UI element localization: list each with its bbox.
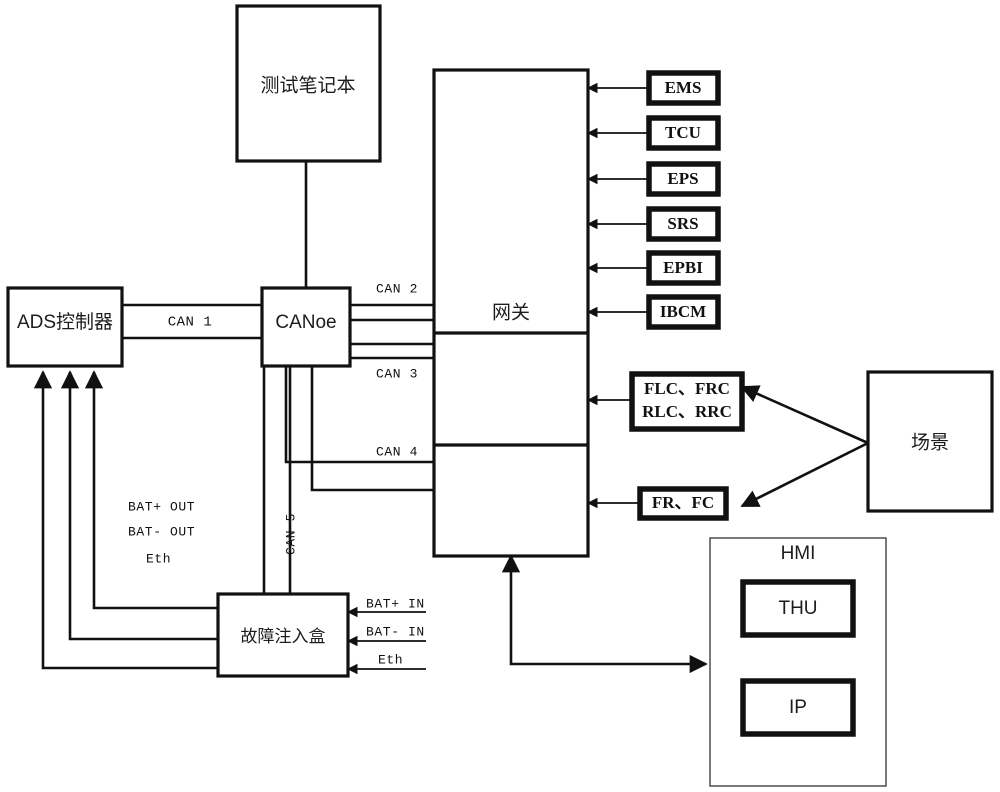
node-hmi-thu[interactable]: THU — [740, 579, 856, 638]
canoe-label: CANoe — [275, 312, 336, 333]
bus-label-can4: CAN 4 — [376, 444, 418, 459]
test-laptop-label: 测试笔记本 — [260, 75, 355, 97]
ecu-label-ibcm: IBCM — [660, 302, 706, 321]
node-hmi-panel[interactable]: HMI THU IP — [709, 537, 887, 787]
power-out-label-eth: Eth — [146, 551, 171, 566]
ads-controller-label: ADS控制器 — [17, 311, 113, 333]
radar-group-label: FR、FC — [652, 493, 714, 512]
ecu-label-tcu: TCU — [665, 123, 701, 142]
hmi-title: HMI — [781, 543, 816, 564]
node-canoe[interactable]: CANoe — [260, 286, 352, 368]
power-in-label-bat-plus: BAT+ IN — [366, 596, 425, 611]
node-fault-injection-box[interactable]: 故障注入盒 — [216, 592, 350, 678]
ecu-label-epbi: EPBI — [663, 258, 703, 277]
connection-scene-to-sensors — [740, 385, 869, 508]
connection-faultbox-to-ads — [33, 370, 218, 670]
ecu-label-eps: EPS — [667, 169, 698, 188]
connection-can4-canoe-gateway — [284, 366, 434, 492]
node-ads-controller[interactable]: ADS控制器 — [6, 286, 124, 368]
node-ecu-ibcm[interactable]: IBCM — [646, 294, 721, 330]
node-ecu-epbi[interactable]: EPBI — [646, 250, 721, 286]
ecu-label-ems: EMS — [665, 78, 702, 97]
bus-label-can2: CAN 2 — [376, 281, 418, 296]
power-out-label-bat-plus: BAT+ OUT — [128, 499, 195, 514]
node-ecu-ems[interactable]: EMS — [646, 70, 721, 106]
node-camera-group[interactable]: FLC、FRC RLC、RRC — [629, 371, 745, 432]
power-in-label-bat-minus: BAT- IN — [366, 624, 425, 639]
connection-can2-canoe-gateway — [350, 303, 434, 322]
node-gateway[interactable]: 网关 — [432, 68, 590, 558]
camera-group-line1: FLC、FRC — [644, 379, 730, 398]
connection-gateway-to-hmi — [501, 554, 708, 674]
connection-ecus-to-gateway — [586, 82, 649, 318]
bus-label-can3: CAN 3 — [376, 366, 418, 381]
architecture-diagram: 测试笔记本 ADS控制器 CANoe 网关 故障注入盒 EMS TCU EPS … — [6, 4, 994, 787]
bus-label-can1: CAN 1 — [168, 315, 213, 331]
node-scene[interactable]: 场景 — [866, 370, 994, 513]
diagram-canvas: 测试笔记本 ADS控制器 CANoe 网关 故障注入盒 EMS TCU EPS … — [0, 0, 1000, 792]
connection-can3-canoe-gateway — [350, 342, 434, 360]
hmi-ip-label: IP — [789, 697, 807, 718]
camera-group-line2: RLC、RRC — [642, 402, 732, 421]
node-ecu-eps[interactable]: EPS — [646, 161, 721, 197]
node-test-laptop[interactable]: 测试笔记本 — [235, 4, 382, 163]
power-out-label-bat-minus: BAT- OUT — [128, 524, 195, 539]
node-hmi-ip[interactable]: IP — [740, 678, 856, 737]
ecu-label-srs: SRS — [667, 214, 698, 233]
node-ecu-srs[interactable]: SRS — [646, 206, 721, 242]
bus-label-can5: CAN 5 — [283, 513, 298, 555]
gateway-label: 网关 — [492, 302, 530, 324]
hmi-thu-label: THU — [778, 598, 817, 619]
fault-injection-box-label: 故障注入盒 — [241, 627, 326, 647]
power-in-label-eth: Eth — [378, 652, 403, 667]
node-ecu-tcu[interactable]: TCU — [646, 115, 721, 151]
node-radar-group[interactable]: FR、FC — [637, 486, 729, 521]
scene-label: 场景 — [911, 432, 949, 454]
